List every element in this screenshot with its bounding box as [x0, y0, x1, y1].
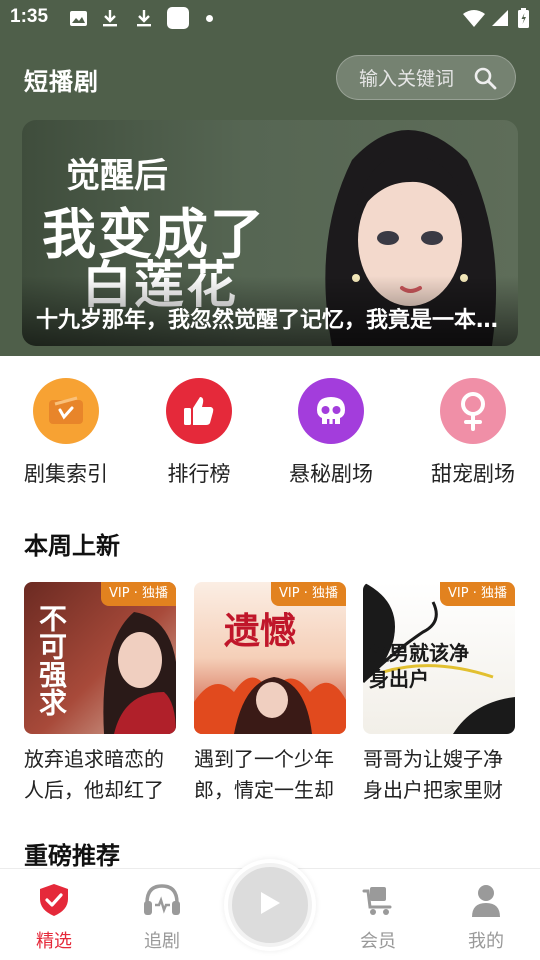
app-title: 短播剧 [24, 68, 99, 96]
drama-cover: 不可强求 VIP · 独播 [24, 582, 176, 734]
nav-label: 我的 [468, 931, 504, 952]
category-row: 剧集索引 排行榜 悬秘剧场 甜宠剧场 [0, 378, 540, 490]
nav-label: 会员 [360, 931, 396, 952]
banner-caption: 十九岁那年，我忽然觉醒了记忆，我竟是一本小说里的白莲花女配 [36, 308, 506, 333]
featured-banner[interactable]: 觉醒后 我变成了 白莲花 十九岁那年，我忽然觉醒了记忆，我竟是一本小说里的白莲花… [22, 120, 518, 346]
battery-icon [516, 8, 530, 28]
signal-icon [490, 8, 510, 28]
play-button-inner [228, 863, 312, 947]
play-button[interactable] [224, 859, 316, 951]
headphones-icon [143, 883, 181, 921]
search-icon[interactable] [473, 66, 497, 95]
section-title-featured: 重磅推荐 [24, 842, 120, 870]
play-icon [258, 890, 282, 920]
search-input[interactable]: 输入关键词 [336, 55, 516, 100]
female-symbol-icon [440, 378, 506, 444]
category-ranking[interactable]: 排行榜 [139, 378, 259, 488]
search-placeholder: 输入关键词 [359, 68, 455, 90]
wifi-icon [462, 8, 486, 28]
category-label: 悬秘剧场 [289, 462, 373, 486]
drama-card[interactable]: 渣男就该净身出户 VIP · 独播 哥哥为让嫂子净身出户把家里财产转移 [363, 582, 515, 806]
section-title-new: 本周上新 [24, 532, 120, 560]
vip-badge: VIP · 独播 [101, 582, 176, 606]
shield-check-icon [38, 883, 70, 921]
category-label: 剧集索引 [24, 462, 108, 486]
nav-tab-featured[interactable]: 精选 [14, 883, 94, 953]
category-drama-index[interactable]: 剧集索引 [6, 378, 126, 488]
category-sweet-romance[interactable]: 甜宠剧场 [413, 378, 533, 488]
drama-title: 放弃追求暗恋的人后，他却红了眼 [24, 747, 164, 802]
cover-title: 不可强求 [35, 604, 68, 716]
status-bar: 1:35 [0, 0, 540, 36]
drama-cover: 渣男就该净身出户 VIP · 独播 [363, 582, 515, 734]
nav-tab-me[interactable]: 我的 [446, 883, 526, 953]
more-notifications-dot [206, 15, 213, 22]
person-icon [471, 883, 501, 921]
nav-label: 精选 [36, 931, 72, 952]
download-icon-2 [134, 8, 154, 28]
bottom-navigation: 精选 追剧 会员 我的 [0, 859, 540, 960]
tv-index-icon [33, 378, 99, 444]
category-label: 排行榜 [167, 462, 231, 486]
vip-badge: VIP · 独播 [271, 582, 346, 606]
cover-title: 渣男就该净身出户 [369, 641, 469, 691]
category-mystery[interactable]: 悬秘剧场 [271, 378, 391, 488]
nav-tab-following[interactable]: 追剧 [122, 883, 202, 953]
download-icon [100, 8, 120, 28]
app-notification-icon [166, 6, 190, 30]
nav-tab-vip[interactable]: 会员 [338, 883, 418, 953]
cart-icon [361, 883, 395, 921]
thumbs-up-icon [166, 378, 232, 444]
drama-title: 遇到了一个少年郎，情定一生却留遗憾 [194, 747, 334, 802]
nav-label: 追剧 [144, 931, 180, 952]
image-icon [68, 8, 88, 28]
category-label: 甜宠剧场 [431, 462, 515, 486]
cover-title: 遗憾 [224, 610, 297, 652]
drama-card[interactable]: 不可强求 VIP · 独播 放弃追求暗恋的人后，他却红了眼 [24, 582, 176, 806]
drama-title: 哥哥为让嫂子净身出户把家里财产转移 [363, 747, 503, 802]
status-time: 1:35 [10, 6, 49, 27]
drama-card[interactable]: 遗憾 VIP · 独播 遇到了一个少年郎，情定一生却留遗憾 [194, 582, 346, 806]
drama-cover: 遗憾 VIP · 独播 [194, 582, 346, 734]
vip-badge: VIP · 独播 [440, 582, 515, 606]
skull-icon [298, 378, 364, 444]
